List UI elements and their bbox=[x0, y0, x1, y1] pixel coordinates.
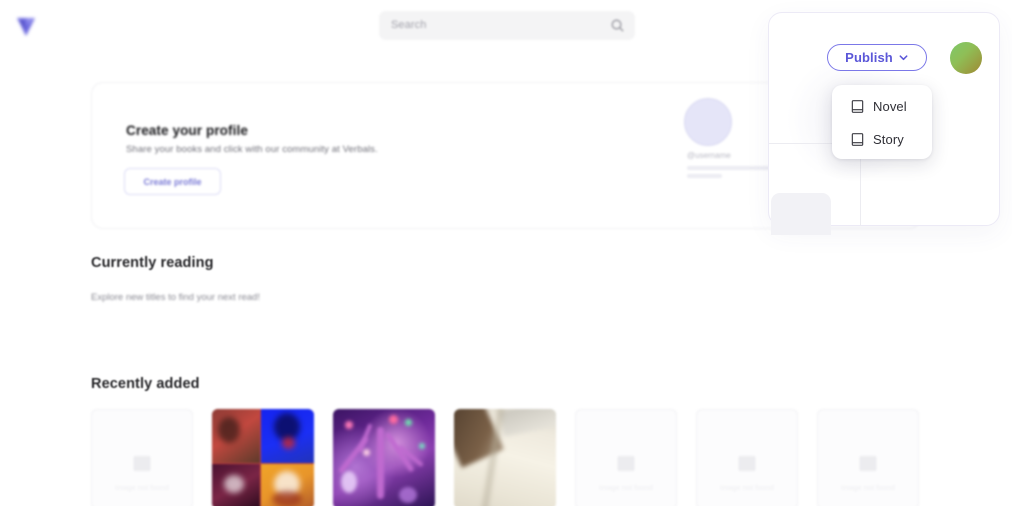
book-icon bbox=[851, 132, 864, 146]
publish-button-label: Publish bbox=[845, 50, 893, 65]
book-card-alt-text: Image not found bbox=[841, 485, 895, 492]
book-card[interactable]: Image not found bbox=[575, 409, 677, 506]
menu-item-story-label: Story bbox=[873, 131, 904, 147]
user-avatar[interactable] bbox=[950, 42, 982, 74]
menu-item-story[interactable]: Story bbox=[832, 124, 932, 154]
book-card[interactable]: Image not found bbox=[91, 409, 193, 506]
currently-reading-subtitle: Explore new titles to find your next rea… bbox=[91, 292, 260, 303]
recently-added-heading: Recently added bbox=[91, 376, 200, 392]
book-card-alt-text: Image not found bbox=[599, 485, 653, 492]
broken-image-icon bbox=[859, 456, 877, 471]
menu-item-novel[interactable]: Novel bbox=[832, 91, 932, 121]
promo-username: @username bbox=[687, 151, 731, 160]
recently-added-grid: Image not found Image not found Image no… bbox=[91, 409, 951, 506]
publish-button[interactable]: Publish bbox=[827, 44, 927, 71]
publish-dropdown-menu: Novel Story bbox=[832, 85, 932, 159]
broken-image-icon bbox=[738, 456, 756, 471]
search-icon[interactable] bbox=[610, 18, 625, 33]
promo-title: Create your profile bbox=[126, 123, 248, 138]
currently-reading-heading: Currently reading bbox=[91, 255, 214, 271]
book-card[interactable] bbox=[212, 409, 314, 506]
book-card[interactable] bbox=[454, 409, 556, 506]
book-card-alt-text: Image not found bbox=[720, 485, 774, 492]
avatar-placeholder-icon bbox=[684, 98, 732, 146]
search-bar[interactable]: Search bbox=[379, 11, 635, 40]
book-card-alt-text: Image not found bbox=[115, 485, 169, 492]
search-input[interactable]: Search bbox=[391, 19, 426, 31]
promo-skeleton-line bbox=[687, 166, 780, 170]
create-profile-button-label: Create profile bbox=[143, 177, 202, 187]
book-card[interactable] bbox=[333, 409, 435, 506]
menu-item-novel-label: Novel bbox=[873, 98, 907, 114]
verbals-triangle-logo-icon[interactable] bbox=[12, 12, 40, 40]
book-icon bbox=[851, 99, 864, 113]
book-card[interactable]: Image not found bbox=[817, 409, 919, 506]
promo-skeleton-line bbox=[687, 174, 722, 178]
promo-subtitle: Share your books and click with our comm… bbox=[126, 144, 378, 155]
create-profile-button[interactable]: Create profile bbox=[124, 168, 221, 195]
book-card[interactable]: Image not found bbox=[696, 409, 798, 506]
broken-image-icon bbox=[617, 456, 635, 471]
app-root: Search Create your profile Share your bo… bbox=[0, 0, 1012, 506]
broken-image-icon bbox=[133, 456, 151, 471]
chevron-down-icon bbox=[899, 55, 908, 61]
panel-ghost-tile bbox=[771, 193, 831, 235]
